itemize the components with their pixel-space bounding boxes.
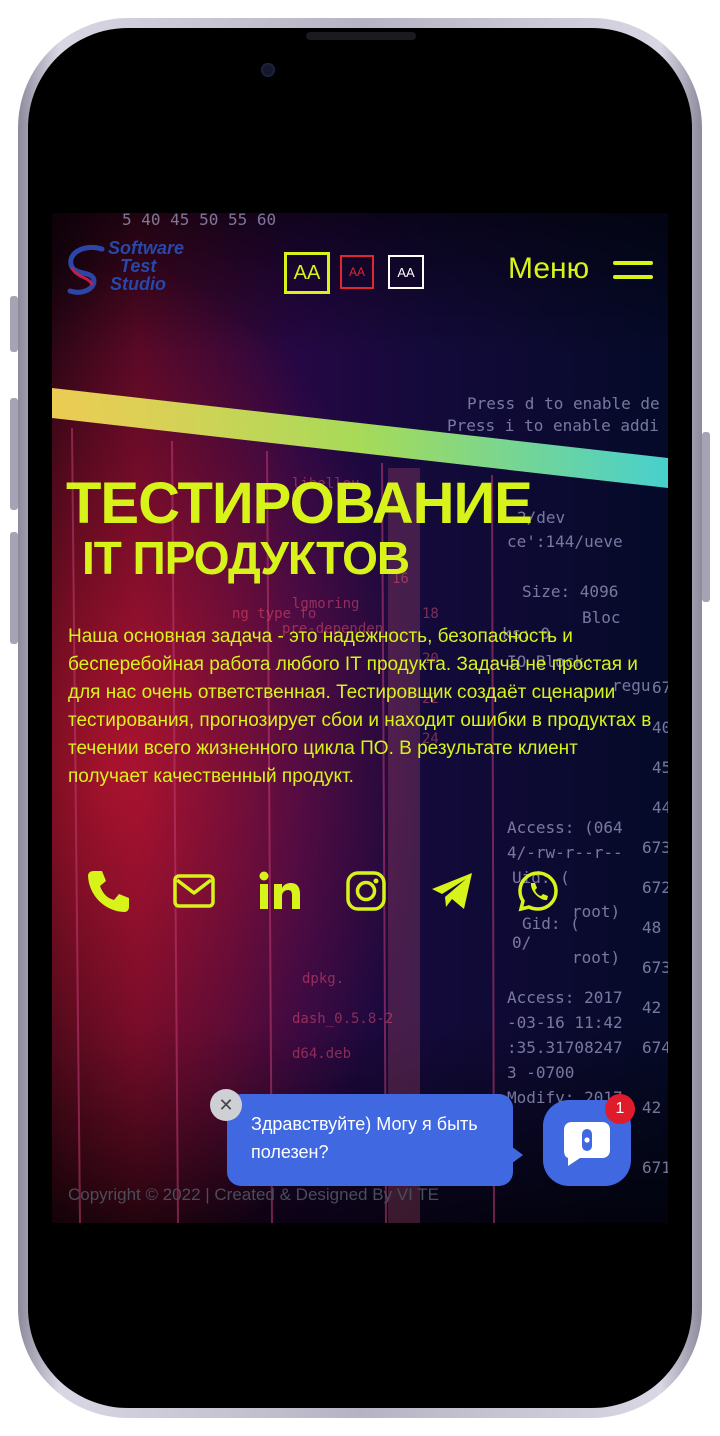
svg-text:ng type fo: ng type fo	[232, 606, 316, 622]
volume-up-button	[10, 398, 18, 510]
telegram-icon[interactable]	[426, 865, 478, 917]
svg-text:Access: (064: Access: (064	[507, 818, 623, 837]
chat-greeting-text: Здравствуйте) Могу я быть полезен?	[251, 1114, 478, 1162]
svg-text:42: 42	[642, 1098, 661, 1117]
svg-text:0/: 0/	[512, 933, 531, 952]
logo-text: Software Test Studio	[108, 239, 184, 293]
hero-title: ТЕСТИРОВАНИЕ IT ПРОДУКТОВ	[66, 471, 533, 584]
svg-text:-03-16 11:42: -03-16 11:42	[507, 1013, 623, 1032]
social-links	[82, 865, 642, 917]
svg-text:3 -0700: 3 -0700	[507, 1063, 574, 1082]
svg-text:42: 42	[642, 998, 661, 1017]
earpiece-speaker	[306, 32, 416, 40]
svg-text:Press d to enable de: Press d to enable de	[467, 394, 660, 413]
instagram-icon[interactable]	[340, 865, 392, 917]
hamburger-menu-icon[interactable]	[613, 261, 653, 281]
svg-text:root): root)	[572, 948, 620, 967]
font-size-medium-button[interactable]: AA	[340, 255, 374, 289]
silent-switch	[10, 296, 18, 352]
svg-text:674: 674	[642, 1038, 668, 1057]
svg-text::35.31708247: :35.31708247	[507, 1038, 623, 1057]
mail-icon[interactable]	[168, 865, 220, 917]
svg-text:Press i to enable addi: Press i to enable addi	[447, 416, 659, 435]
power-button	[702, 432, 710, 602]
hero-title-line-1: ТЕСТИРОВАНИЕ	[66, 471, 533, 536]
svg-text:5 40 45 50 55 60: 5 40 45 50 55 60	[122, 213, 276, 229]
site-logo[interactable]: Software Test Studio	[64, 239, 194, 299]
svg-text:dpkg.: dpkg.	[302, 971, 344, 987]
svg-text:dash_0.5.8-2: dash_0.5.8-2	[292, 1011, 393, 1027]
chat-icon	[564, 1122, 610, 1166]
chat-greeting-bubble[interactable]: Здравствуйте) Могу я быть полезен?	[227, 1094, 513, 1186]
chat-close-button[interactable]: ✕	[210, 1089, 242, 1121]
screen: 5 40 45 50 55 60 Press d to enable de Pr…	[52, 213, 668, 1223]
front-camera	[261, 63, 275, 77]
menu-button-label[interactable]: Меню	[508, 251, 589, 287]
logo-line-3: Studio	[110, 274, 166, 294]
svg-text:18: 18	[422, 606, 439, 622]
hero-description: Наша основная задача - это надежность, б…	[68, 626, 652, 787]
font-size-large-label: AA	[293, 261, 321, 284]
font-size-small-label: AA	[397, 264, 415, 280]
svg-text:Access: 2017: Access: 2017	[507, 988, 623, 1007]
logo-line-1: Software	[108, 238, 185, 258]
phone-icon[interactable]	[82, 865, 134, 917]
svg-text:672: 672	[642, 878, 668, 897]
font-size-large-button[interactable]: AA	[284, 252, 330, 294]
svg-text:48: 48	[642, 918, 661, 937]
logo-line-2: Test	[120, 256, 157, 276]
svg-text:671: 671	[642, 1158, 668, 1177]
chat-bubble-tail	[507, 1143, 523, 1167]
hero-title-line-2: IT ПРОДУКТОВ	[82, 532, 410, 584]
svg-text:Size: 4096: Size: 4096	[522, 582, 618, 601]
svg-text:4/-rw-r--r--: 4/-rw-r--r--	[507, 843, 623, 862]
linkedin-icon[interactable]	[254, 865, 306, 917]
chat-unread-count: 1	[615, 1100, 625, 1117]
logo-swirl-icon	[67, 245, 105, 295]
close-icon: ✕	[218, 1094, 234, 1115]
svg-text:d64.deb: d64.deb	[292, 1046, 351, 1062]
whatsapp-icon[interactable]	[512, 865, 564, 917]
volume-down-button	[10, 532, 18, 644]
copyright-text: Copyright © 2022 | Created & Designed By…	[68, 1185, 439, 1204]
font-size-small-button[interactable]: AA	[388, 255, 424, 289]
svg-text:44: 44	[652, 798, 668, 817]
svg-text:673: 673	[642, 838, 668, 857]
chat-unread-badge: 1	[605, 1094, 635, 1124]
font-size-medium-label: AA	[348, 265, 365, 279]
svg-text:673: 673	[642, 958, 668, 977]
